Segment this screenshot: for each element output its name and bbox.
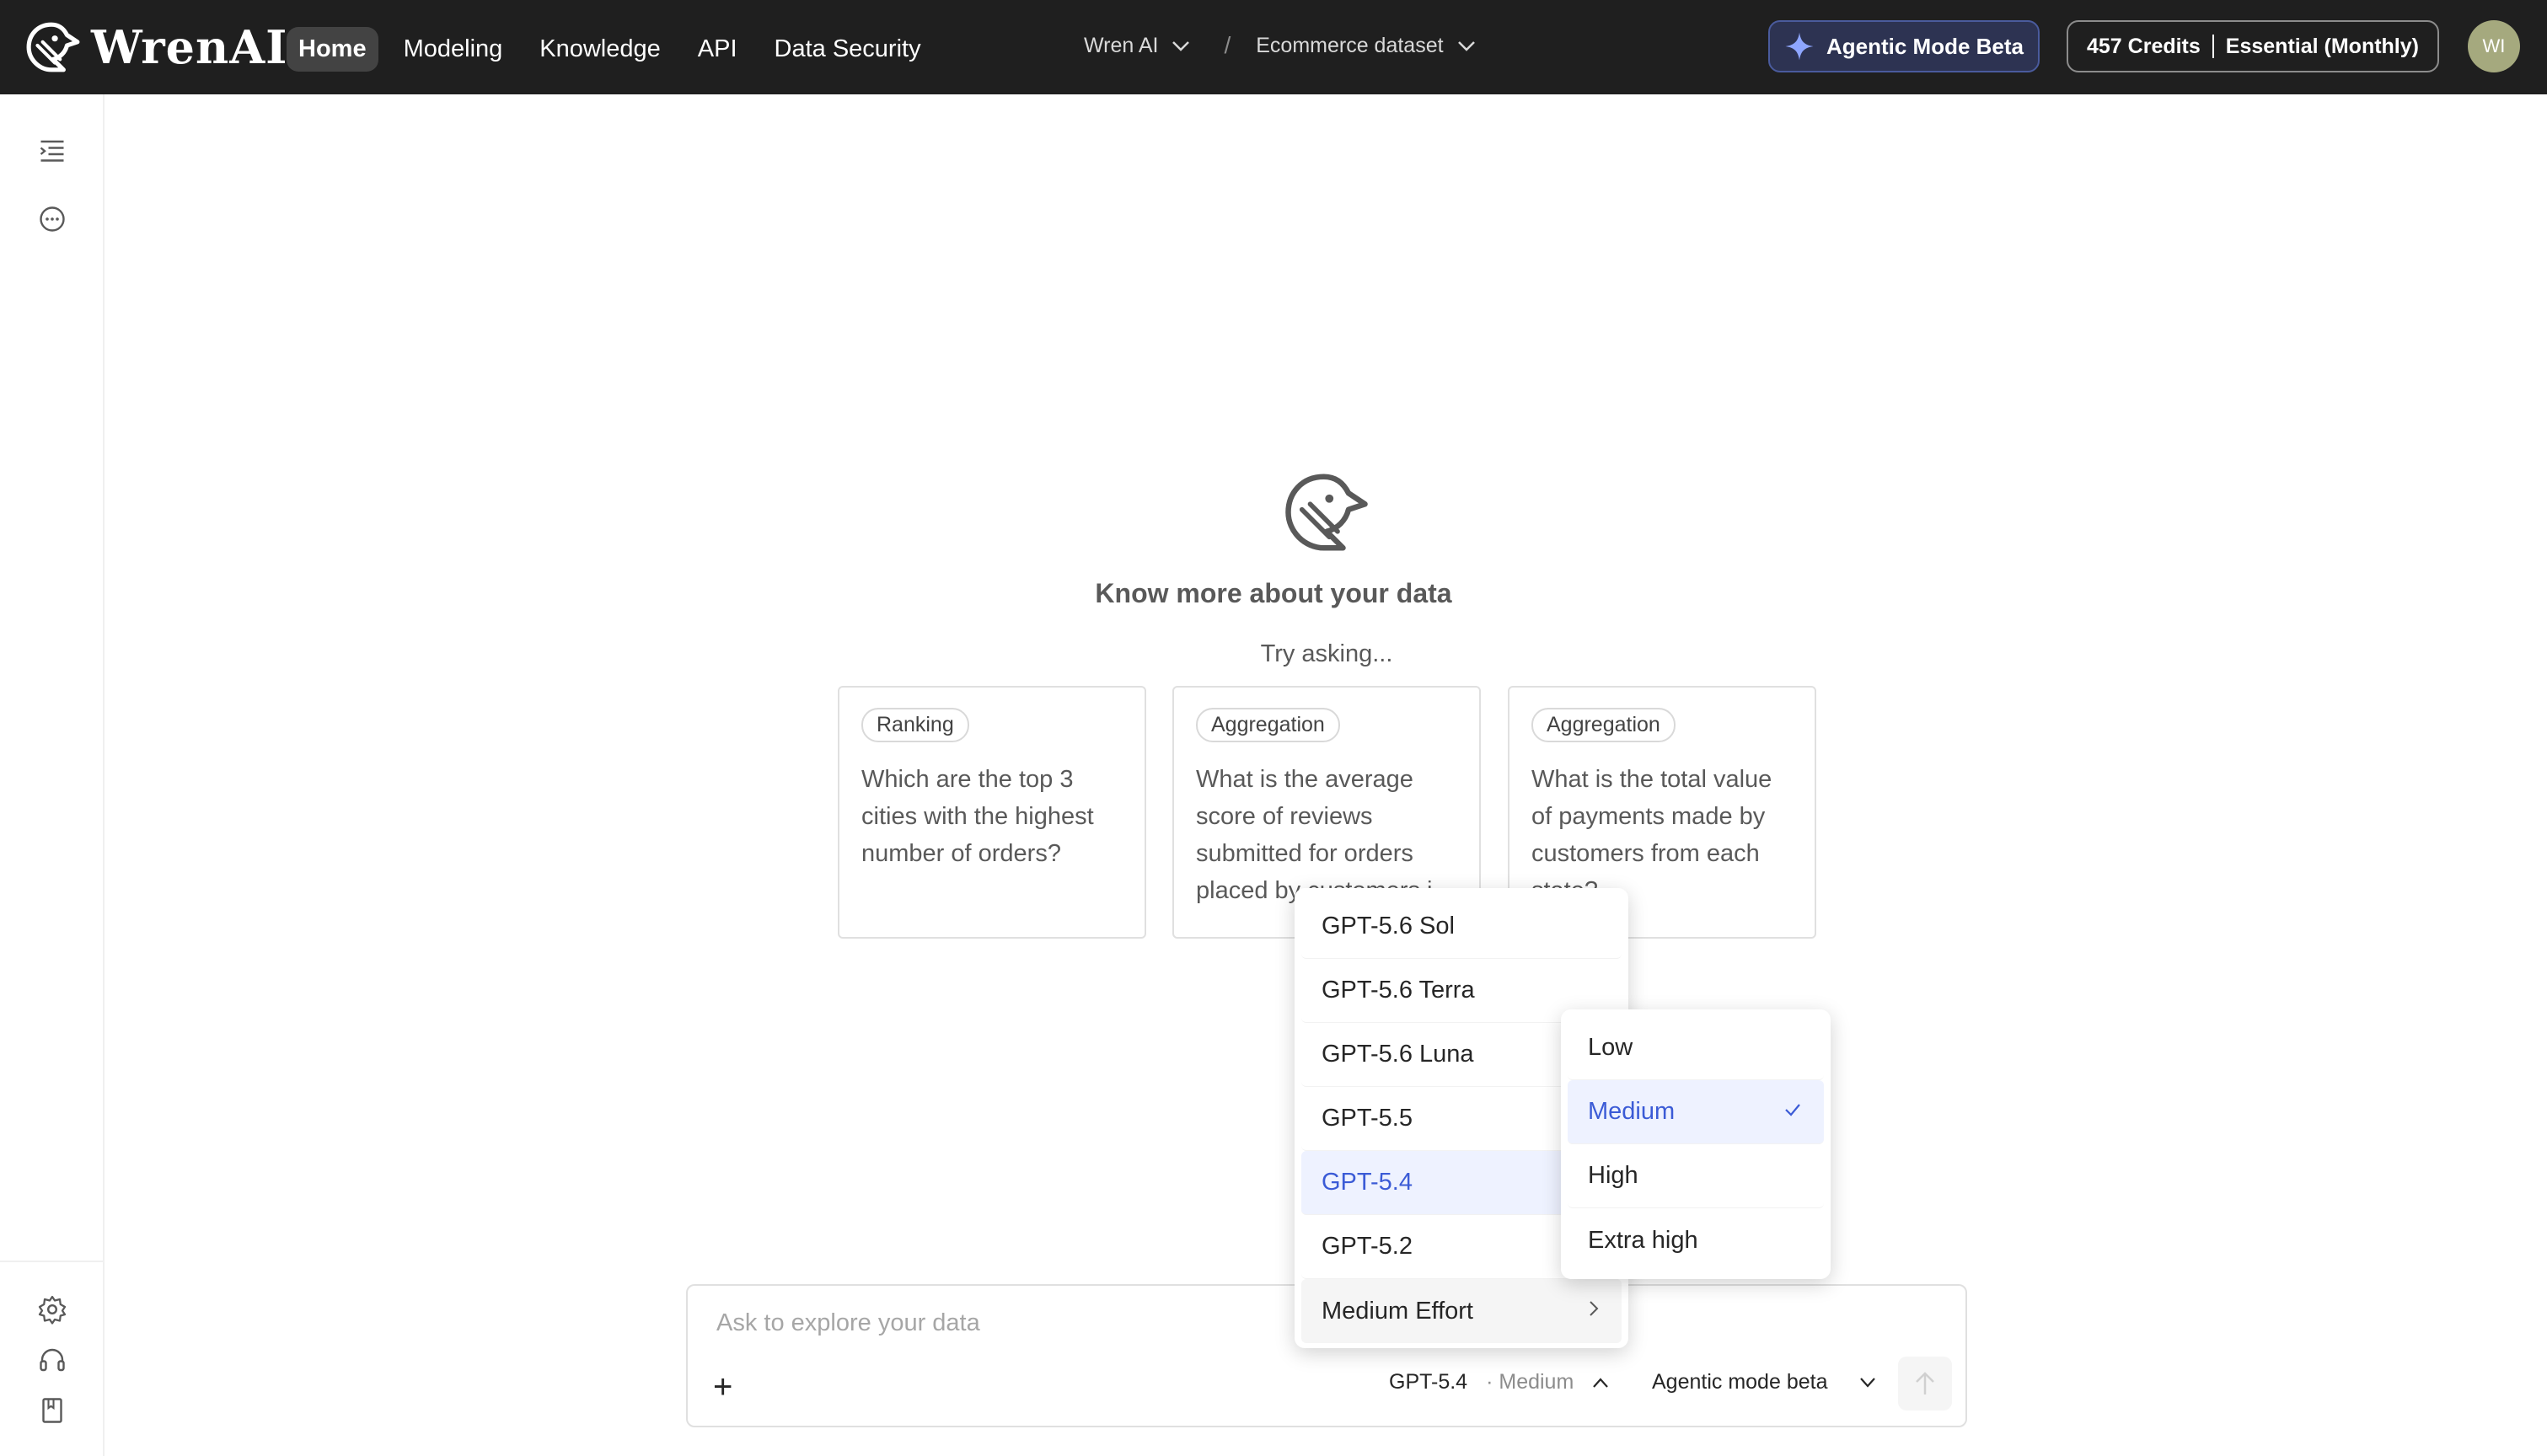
sidebar bbox=[0, 94, 105, 1456]
mode-label: Agentic mode beta bbox=[1652, 1370, 1828, 1394]
chevron-down-icon[interactable] bbox=[1457, 34, 1476, 58]
effort-dropdown: Low Medium High Extra high bbox=[1561, 1009, 1831, 1279]
chevron-down-icon[interactable] bbox=[1172, 34, 1190, 58]
mode-selector[interactable]: Agentic mode beta bbox=[1652, 1370, 1876, 1394]
divider bbox=[2212, 35, 2214, 58]
model-option[interactable]: GPT-5.6 Sol bbox=[1301, 895, 1622, 959]
add-attachment-icon[interactable]: + bbox=[713, 1370, 732, 1404]
effort-option-selected[interactable]: Medium bbox=[1568, 1080, 1824, 1144]
page-subtitle: Try asking... bbox=[1260, 640, 1393, 667]
page-title: Know more about your data bbox=[1095, 578, 1452, 608]
chat-icon[interactable] bbox=[37, 204, 67, 234]
expand-sidebar-icon[interactable] bbox=[37, 136, 67, 167]
suggested-question: What is the total value of payments made… bbox=[1531, 766, 1772, 904]
chevron-right-icon bbox=[1590, 1301, 1599, 1316]
chevron-down-icon bbox=[1860, 1377, 1876, 1388]
nav-knowledge[interactable]: Knowledge bbox=[528, 27, 673, 72]
credits-count: 457 Credits bbox=[2087, 34, 2201, 58]
wren-bird-icon bbox=[26, 22, 80, 72]
effort-option[interactable]: Extra high bbox=[1568, 1208, 1824, 1272]
main-nav: Home Modeling Knowledge API Data Securit… bbox=[287, 27, 946, 72]
category-tag: Ranking bbox=[861, 708, 969, 742]
effort-submenu-label: Medium Effort bbox=[1322, 1297, 1473, 1325]
suggested-question: What is the average score of reviews sub… bbox=[1196, 766, 1453, 904]
effort-label: · Medium bbox=[1486, 1370, 1574, 1394]
wrenai-logo[interactable]: WrenAI bbox=[25, 19, 287, 76]
category-tag: Aggregation bbox=[1196, 708, 1340, 742]
wren-bird-icon bbox=[1285, 474, 1368, 551]
nav-data-security[interactable]: Data Security bbox=[763, 27, 933, 72]
nav-modeling[interactable]: Modeling bbox=[392, 27, 515, 72]
brand-name: WrenAI bbox=[91, 20, 288, 74]
avatar[interactable]: WI bbox=[2468, 20, 2520, 72]
send-button[interactable] bbox=[1898, 1357, 1952, 1410]
agentic-mode-button[interactable]: Agentic Mode Beta bbox=[1768, 20, 2040, 72]
question-input[interactable]: Ask to explore your data bbox=[716, 1309, 980, 1337]
model-selector[interactable]: GPT-5.4 · Medium bbox=[1389, 1370, 1609, 1394]
sidebar-divider bbox=[0, 1261, 105, 1262]
sparkle-icon bbox=[1785, 32, 1814, 61]
effort-option-label: Medium bbox=[1588, 1098, 1676, 1125]
effort-submenu-trigger[interactable]: Medium Effort bbox=[1301, 1279, 1622, 1343]
project-selector[interactable]: Wren AI bbox=[1084, 34, 1158, 58]
top-bar: WrenAI Home Modeling Knowledge API Data … bbox=[0, 0, 2547, 94]
model-name: GPT-5.4 bbox=[1389, 1370, 1468, 1394]
nav-home[interactable]: Home bbox=[287, 27, 378, 72]
dataset-selector[interactable]: Ecommerce dataset bbox=[1256, 34, 1443, 58]
checkmark-icon bbox=[1785, 1104, 1800, 1116]
credits-button[interactable]: 457 Credits Essential (Monthly) bbox=[2067, 20, 2439, 72]
category-tag: Aggregation bbox=[1531, 708, 1676, 742]
suggested-question: Which are the top 3 cities with the high… bbox=[861, 766, 1094, 867]
breadcrumb-separator: / bbox=[1224, 32, 1231, 58]
plan-name: Essential (Monthly) bbox=[2225, 34, 2419, 58]
suggestion-card[interactable]: Ranking Which are the top 3 cities with … bbox=[838, 686, 1146, 939]
chevron-up-icon bbox=[1593, 1377, 1609, 1388]
headset-support-icon[interactable] bbox=[37, 1345, 67, 1375]
settings-gear-icon[interactable] bbox=[37, 1294, 67, 1325]
agentic-mode-label: Agentic Mode Beta bbox=[1826, 33, 2024, 59]
nav-api[interactable]: API bbox=[686, 27, 749, 72]
breadcrumb: Wren AI / Ecommerce dataset bbox=[1084, 32, 1509, 59]
effort-option[interactable]: Low bbox=[1568, 1016, 1824, 1080]
docs-book-icon[interactable] bbox=[37, 1395, 67, 1426]
arrow-up-icon bbox=[1916, 1372, 1934, 1394]
effort-option[interactable]: High bbox=[1568, 1144, 1824, 1208]
